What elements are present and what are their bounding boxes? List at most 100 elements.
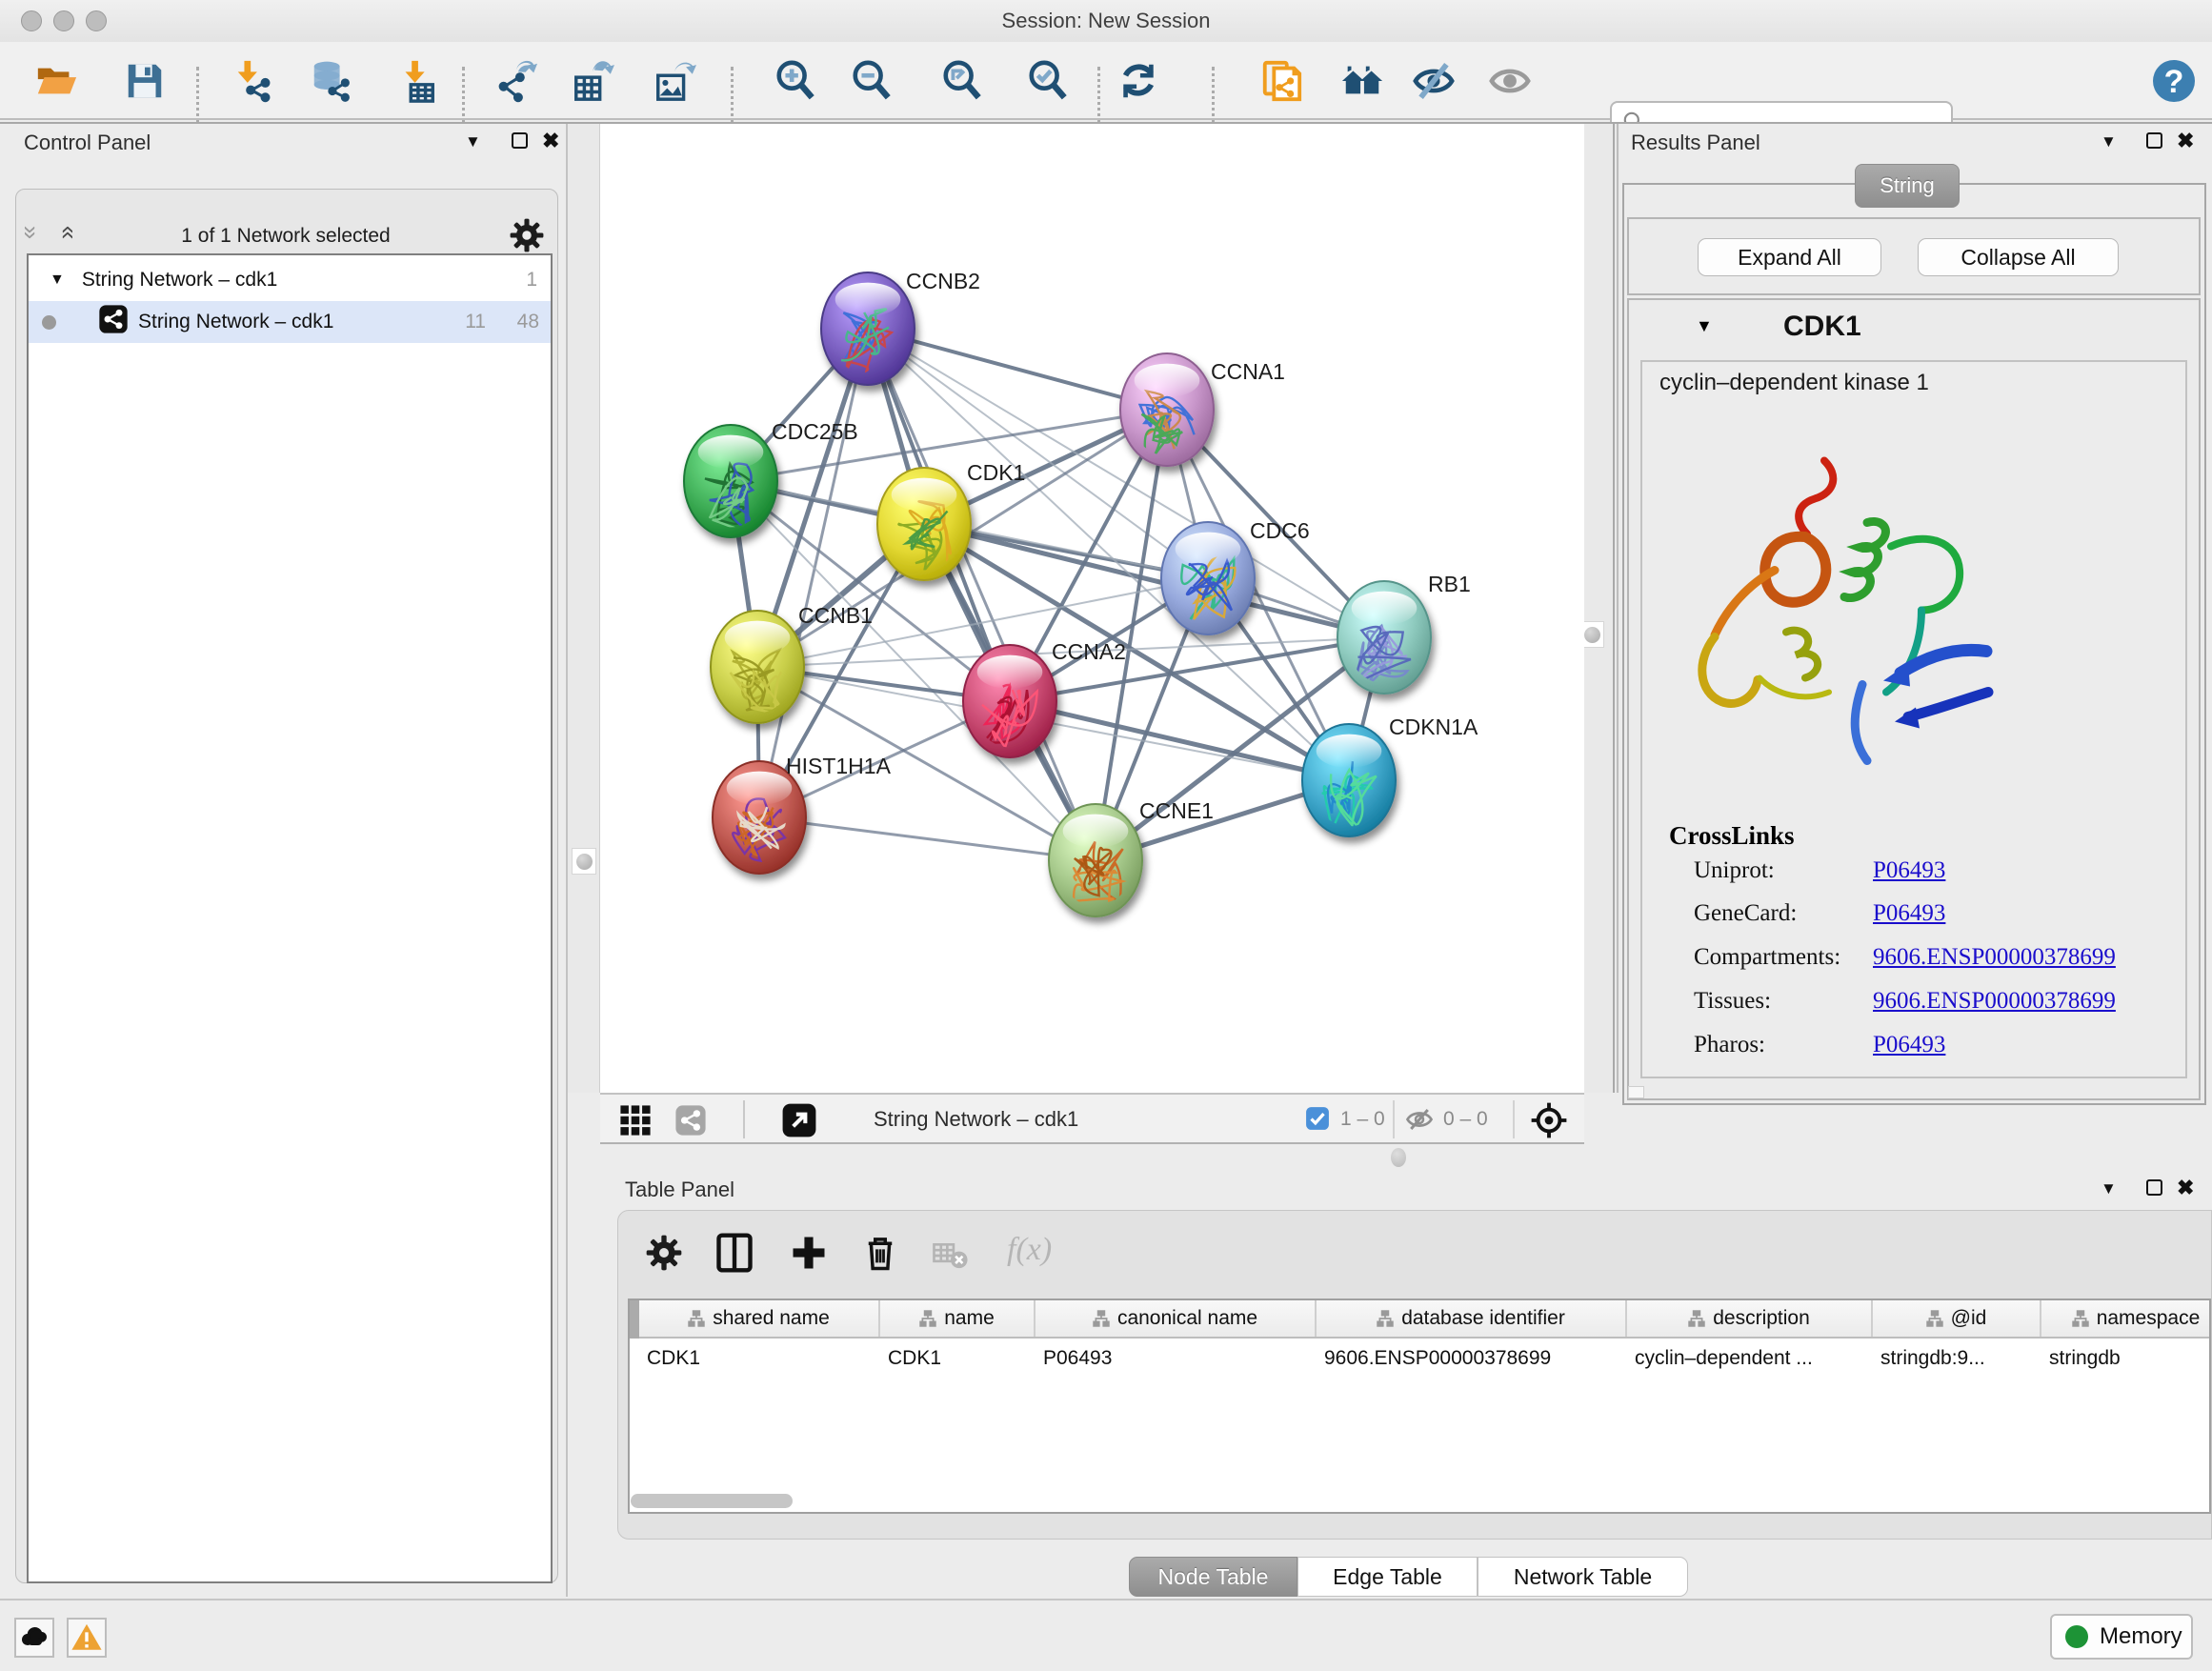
results-panel-title: Results Panel [1631,131,1760,155]
panel-menu-icon[interactable]: ▼ [2101,132,2117,151]
first-neighbors-icon[interactable] [1339,58,1385,104]
expand-all-button[interactable]: Expand All [1698,238,1881,276]
detach-view-icon[interactable] [781,1102,817,1143]
network-node-CCNB2[interactable]: CCNB2 [821,269,980,385]
network-edge[interactable] [868,329,1096,860]
node-count: 11 [465,311,486,333]
left-splitter[interactable] [568,124,600,1093]
table-cell[interactable]: CDK1 [880,1340,1036,1377]
network-canvas[interactable]: CCNB2CCNA1CDC25BCDK1CDC6RB1CCNB1CCNA2CDK… [600,124,1584,1093]
show-all-icon[interactable] [1487,58,1533,104]
save-session-icon[interactable] [122,58,168,104]
zoom-selected-icon[interactable] [1025,58,1071,104]
delete-table-icon[interactable] [933,1239,969,1277]
add-column-icon[interactable] [788,1232,830,1278]
new-network-from-selection-icon[interactable] [1258,58,1304,104]
column-header--id[interactable]: @id [1873,1300,2041,1337]
zoom-out-icon[interactable] [849,58,895,104]
warning-icon[interactable] [67,1618,107,1658]
table-cell[interactable]: CDK1 [639,1340,880,1377]
panel-close-icon[interactable]: ✖ [2177,1176,2194,1200]
expand-all-tree-icon[interactable]: » [56,226,75,239]
column-header-description[interactable]: description [1627,1300,1873,1337]
zoom-fit-icon[interactable] [939,58,985,104]
left-splitter-handle[interactable] [572,848,596,875]
column-header-namespace[interactable]: namespace [2041,1300,2212,1337]
memory-button[interactable]: Memory [2050,1614,2193,1660]
network-node-CCNA2[interactable]: CCNA2 [963,639,1126,757]
column-header-name[interactable]: name [880,1300,1036,1337]
network-node-RB1[interactable]: RB1 [1337,572,1471,694]
cloud-icon[interactable] [14,1618,54,1658]
protein-collapse-icon[interactable]: ▼ [1696,316,1713,336]
selected-checkbox-icon[interactable] [1305,1106,1330,1136]
open-session-icon[interactable] [33,58,79,104]
network-edge[interactable] [759,817,1096,860]
network-node-CCNE1[interactable]: CCNE1 [1049,798,1214,916]
panel-close-icon[interactable]: ✖ [542,129,559,153]
selected-count: 1 – 0 [1340,1108,1385,1131]
network-row-selected[interactable]: String Network – cdk1 11 48 [29,301,551,343]
column-header-label: @id [1951,1307,1987,1330]
node-table: shared namenamecanonical namedatabase id… [628,1299,2211,1514]
panel-float-icon[interactable] [512,132,528,149]
import-database-icon[interactable] [308,58,353,104]
network-collection-row[interactable]: ▼ String Network – cdk1 1 [29,259,551,301]
panel-float-icon[interactable] [2146,1179,2162,1196]
network-list-icon[interactable] [674,1104,707,1141]
delete-column-icon[interactable] [860,1232,900,1277]
network-node-HIST1H1A[interactable]: HIST1H1A [713,754,892,874]
crosslink-link[interactable]: 9606.ENSP00000378699 [1873,944,2116,971]
panel-float-icon[interactable] [2146,132,2162,149]
zoom-in-icon[interactable] [773,58,818,104]
collapse-all-tree-icon[interactable]: » [22,226,41,239]
table-cell[interactable]: stringdb:9... [1873,1340,2041,1377]
panel-menu-icon[interactable]: ▼ [2101,1179,2117,1198]
panel-menu-icon[interactable]: ▼ [465,132,481,151]
network-node-CDKN1A[interactable]: CDKN1A [1302,715,1478,836]
column-header-shared-name[interactable]: shared name [639,1300,880,1337]
crosslink-link[interactable]: P06493 [1873,1032,1945,1058]
network-edge[interactable] [759,329,868,817]
current-network-title: String Network – cdk1 [874,1107,1078,1132]
tab-edge-table[interactable]: Edge Table [1297,1557,1478,1597]
hide-selected-icon[interactable] [1411,58,1457,104]
table-cell[interactable]: P06493 [1036,1340,1317,1377]
refresh-icon[interactable] [1116,58,1161,104]
help-icon[interactable]: ? [2151,58,2197,104]
export-image-icon[interactable] [652,58,697,104]
crosslink-link[interactable]: 9606.ENSP00000378699 [1873,988,2116,1015]
birds-eye-icon[interactable] [1529,1100,1569,1145]
network-node-CDC25B[interactable]: CDC25B [684,419,858,537]
tab-network-table[interactable]: Network Table [1478,1557,1688,1597]
export-table-icon[interactable] [570,58,615,104]
crosslink-link[interactable]: P06493 [1873,857,1945,884]
grid-view-icon[interactable] [619,1104,652,1141]
gear-icon[interactable] [509,217,545,258]
separator [1513,1100,1515,1138]
network-node-CDC6[interactable]: CDC6 [1161,518,1310,634]
select-columns-icon[interactable] [714,1232,755,1278]
tab-node-table[interactable]: Node Table [1129,1557,1297,1597]
table-cell[interactable]: stringdb [2041,1340,2212,1377]
export-network-icon[interactable] [493,58,539,104]
function-builder-icon[interactable]: f(x) [1007,1232,1052,1268]
network-node-CDK1[interactable]: CDK1 [877,460,1025,580]
collapse-all-button[interactable]: Collapse All [1918,238,2119,276]
tree-expand-icon[interactable]: ▼ [50,272,65,289]
network-edge[interactable] [1010,701,1349,780]
tab-string[interactable]: String [1855,164,1960,208]
panel-close-icon[interactable]: ✖ [2177,129,2194,153]
crosslink-label: GeneCard: [1694,900,1797,927]
column-header-canonical-name[interactable]: canonical name [1036,1300,1317,1337]
horizontal-scrollbar[interactable] [631,1494,793,1508]
import-table-icon[interactable] [393,58,439,104]
vertical-splitter-handle[interactable] [1391,1148,1406,1167]
table-cell[interactable]: cyclin–dependent ... [1627,1340,1873,1377]
crosslink-link[interactable]: P06493 [1873,900,1945,927]
table-gear-icon[interactable] [645,1234,683,1277]
hidden-eye-icon[interactable] [1405,1105,1434,1138]
column-header-database-identifier[interactable]: database identifier [1317,1300,1627,1337]
import-network-icon[interactable] [231,58,277,104]
table-cell[interactable]: 9606.ENSP00000378699 [1317,1340,1627,1377]
